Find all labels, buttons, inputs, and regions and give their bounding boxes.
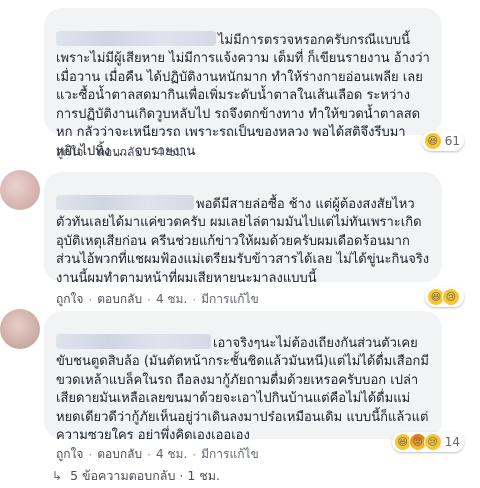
reaction-summary[interactable]: 😆 😢 — [425, 287, 464, 307]
reaction-summary[interactable]: 😆 😡 😢 14 — [391, 432, 464, 452]
comment-text: เอาจริงๆนะไม่ต้องเถียงกันส่วนตัวเคยขับชน… — [56, 335, 429, 444]
sad-emoji-icon: 😢 — [442, 288, 460, 306]
timestamp[interactable]: 4 ชม. — [156, 445, 187, 464]
comment-actions: ถูกใจ · ตอบกลับ · 4 ชม. · มีการแก้ไข — [56, 290, 259, 309]
comment-actions: ถูกใจ · ตอบกลับ · 4 ชม. — [56, 143, 187, 162]
like-link[interactable]: ถูกใจ — [56, 290, 83, 309]
comment-actions: ถูกใจ · ตอบกลับ · 4 ชม. · มีการแก้ไข — [56, 445, 259, 464]
comment-bubble: ไม่มีการตรวจหรอกครับกรณีแบบนี้ เพราะไม่ม… — [44, 8, 442, 159]
reaction-count: 14 — [444, 435, 460, 449]
timestamp[interactable]: 4 ชม. — [156, 290, 187, 309]
reply-arrow-icon: ↳ — [52, 469, 63, 483]
reply-link[interactable]: ตอบกลับ — [97, 445, 142, 464]
comment-text: พอดีมีสายล่อซื้อ ช้าง แต่ผู้ต้องสงสัยไหว… — [56, 196, 430, 286]
timestamp[interactable]: 4 ชม. — [156, 143, 187, 162]
commenter-name-blurred[interactable] — [56, 30, 216, 46]
comment-text: ไม่มีการตรวจหรอกครับกรณีแบบนี้ เพราะไม่ม… — [56, 32, 430, 159]
reaction-count: 61 — [444, 134, 460, 148]
like-link[interactable]: ถูกใจ — [56, 143, 83, 162]
commenter-name-blurred[interactable] — [56, 194, 194, 210]
edited-label[interactable]: มีการแก้ไข — [201, 290, 259, 309]
laugh-emoji-icon: 😆 — [423, 132, 442, 150]
avatar[interactable] — [0, 309, 40, 349]
more-replies-label: 5 ข้อความตอบกลับ · 1 ชม. — [70, 468, 220, 483]
sad-emoji-icon: 😢 — [423, 433, 442, 451]
view-more-replies[interactable]: ↳ 5 ข้อความตอบกลับ · 1 ชม. — [52, 466, 220, 486]
like-link[interactable]: ถูกใจ — [56, 445, 83, 464]
reply-link[interactable]: ตอบกลับ — [97, 290, 142, 309]
reply-link[interactable]: ตอบกลับ — [97, 143, 142, 162]
comment-bubble: พอดีมีสายล่อซื้อ ช้าง แต่ผู้ต้องสงสัยไหว… — [44, 172, 442, 286]
comment-bubble: เอาจริงๆนะไม่ต้องเถียงกันส่วนตัวเคยขับชน… — [44, 311, 442, 443]
commenter-name-blurred[interactable] — [56, 333, 211, 349]
reaction-summary[interactable]: 😆 61 — [421, 131, 464, 151]
edited-label[interactable]: มีการแก้ไข — [201, 445, 259, 464]
avatar[interactable] — [0, 170, 40, 210]
